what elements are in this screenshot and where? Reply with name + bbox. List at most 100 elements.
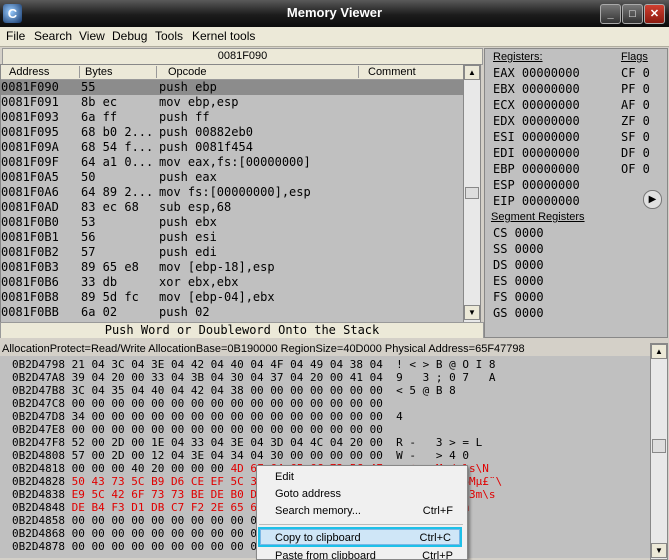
bytes-cell: 64 89 2...	[81, 185, 154, 199]
hex-row[interactable]: 0B2D4808 57 00 2D 00 12 04 3E 04 34 04 3…	[12, 449, 469, 462]
menu-item-paste-from-clipboard[interactable]: Paste from clipboard Ctrl+P	[275, 548, 461, 559]
hex-bytes: 00 00 00 00 00 00 00 00 00 00 00 00 00 0…	[71, 397, 383, 410]
menu-debug[interactable]: Debug	[112, 29, 147, 43]
address-cell: 0081F0A5	[1, 170, 59, 184]
disasm-row[interactable]: 0081F091 8b ec mov ebp,esp	[1, 95, 464, 110]
register-value[interactable]: ECX 00000000	[493, 98, 580, 113]
menu-item-search-memory[interactable]: Search memory... Ctrl+F	[275, 503, 461, 519]
opcode-cell: push eax	[159, 170, 217, 184]
pane-splitter[interactable]	[0, 338, 669, 342]
register-value[interactable]: EIP 00000000	[493, 194, 580, 209]
chevron-right-icon[interactable]: ▶	[643, 190, 662, 209]
segment-register-value[interactable]: ES 0000	[493, 274, 544, 289]
disasm-row[interactable]: 0081F0A5 50 push eax	[1, 170, 464, 185]
hex-address: 0B2D4848	[12, 501, 65, 514]
menu-item-copy-to-clipboard[interactable]: Copy to clipboard Ctrl+C	[258, 527, 462, 547]
menu-item-goto-address[interactable]: Goto address	[275, 486, 461, 502]
bytes-cell: 53	[81, 215, 96, 229]
disasm-row[interactable]: 0081F0BB 6a 02 push 02	[1, 305, 464, 320]
segment-register-value[interactable]: FS 0000	[493, 290, 544, 305]
close-icon[interactable]: ✕	[644, 4, 665, 24]
hex-ascii: W - > 4 0	[396, 449, 469, 462]
register-value[interactable]: EAX 00000000	[493, 66, 580, 81]
menu-file[interactable]: File	[6, 29, 25, 43]
menu-kernel-tools[interactable]: Kernel tools	[192, 29, 255, 43]
scroll-thumb[interactable]	[465, 187, 479, 199]
disasm-row[interactable]: 0081F0A6 64 89 2... mov fs:[00000000],esp	[1, 185, 464, 200]
bytes-cell: 8b ec	[81, 95, 118, 109]
register-value[interactable]: EDI 00000000	[493, 146, 580, 161]
segment-register-value[interactable]: GS 0000	[493, 306, 544, 321]
bytes-cell: 57	[81, 245, 96, 259]
opcode-cell: mov ebp,esp	[159, 95, 239, 109]
register-value[interactable]: EDX 00000000	[493, 114, 580, 129]
opcode-cell: push 02	[159, 305, 210, 319]
scroll-up-icon[interactable]: ▲	[651, 344, 667, 359]
flag-value[interactable]: SF 0	[621, 130, 650, 145]
register-value[interactable]: EBX 00000000	[493, 82, 580, 97]
column-bytes[interactable]: Bytes	[85, 66, 113, 78]
hex-address: 0B2D47E8	[12, 423, 65, 436]
flag-value[interactable]: DF 0	[621, 146, 650, 161]
opcode-cell: push ebx	[159, 215, 217, 229]
scroll-up-icon[interactable]: ▲	[464, 65, 480, 80]
menu-item-edit[interactable]: Edit	[275, 469, 461, 485]
column-address[interactable]: Address	[9, 66, 49, 78]
menu-view[interactable]: View	[79, 29, 105, 43]
disasm-row[interactable]: 0081F095 68 b0 2... push 00882eb0	[1, 125, 464, 140]
disassembler-scrollbar[interactable]: ▲ ▼	[463, 64, 481, 323]
segment-register-value[interactable]: DS 0000	[493, 258, 544, 273]
disasm-row[interactable]: 0081F093 6a ff push ff	[1, 110, 464, 125]
hex-row[interactable]: 0B2D47E8 00 00 00 00 00 00 00 00 00 00 0…	[12, 423, 396, 436]
hex-row[interactable]: 0B2D47A8 39 04 20 00 33 04 3B 04 30 04 3…	[12, 371, 495, 384]
disasm-row[interactable]: 0081F090 55 push ebp	[1, 80, 464, 95]
minimize-icon[interactable]: _	[600, 4, 621, 24]
hex-row[interactable]: 0B2D47F8 52 00 2D 00 1E 04 33 04 3E 04 3…	[12, 436, 482, 449]
segment-register-value[interactable]: SS 0000	[493, 242, 544, 257]
menu-tools[interactable]: Tools	[155, 29, 183, 43]
column-opcode[interactable]: Opcode	[168, 66, 207, 78]
disasm-row[interactable]: 0081F09A 68 54 f... push 0081f454	[1, 140, 464, 155]
hex-row[interactable]: 0B2D47C8 00 00 00 00 00 00 00 00 00 00 0…	[12, 397, 396, 410]
disasm-row[interactable]: 0081F09F 64 a1 0... mov eax,fs:[00000000]	[1, 155, 464, 170]
disasm-row[interactable]: 0081F0B1 56 push esi	[1, 230, 464, 245]
disasm-row[interactable]: 0081F0AD 83 ec 68 sub esp,68	[1, 200, 464, 215]
hex-row[interactable]: 0B2D4798 21 04 3C 04 3E 04 42 04 40 04 4…	[12, 358, 495, 371]
segment-register-value[interactable]: CS 0000	[493, 226, 544, 241]
flag-value[interactable]: AF 0	[621, 98, 650, 113]
scroll-thumb[interactable]	[652, 439, 666, 453]
menu-search[interactable]: Search	[34, 29, 72, 43]
disasm-row[interactable]: 0081F0B8 89 5d fc mov [ebp-04],ebx	[1, 290, 464, 305]
hex-row[interactable]: 0B2D47B8 3C 04 35 04 40 04 42 04 38 00 0…	[12, 384, 456, 397]
address-cell: 0081F0B0	[1, 215, 59, 229]
flag-value[interactable]: PF 0	[621, 82, 650, 97]
register-value[interactable]: ESI 00000000	[493, 130, 580, 145]
flag-value[interactable]: ZF 0	[621, 114, 650, 129]
hex-scrollbar[interactable]: ▲ ▼	[650, 343, 668, 560]
hex-address: 0B2D4878	[12, 540, 65, 553]
disasm-row[interactable]: 0081F0B0 53 push ebx	[1, 215, 464, 230]
disasm-row[interactable]: 0081F0B6 33 db xor ebx,ebx	[1, 275, 464, 290]
scroll-down-icon[interactable]: ▼	[651, 543, 667, 558]
disassembler-view[interactable]: Address Bytes Opcode Comment 0081F090 55 p…	[0, 64, 465, 323]
flag-value[interactable]: CF 0	[621, 66, 650, 81]
flags-label: Flags	[621, 51, 648, 63]
address-cell: 0081F09F	[1, 155, 59, 169]
hex-address: 0B2D4828	[12, 475, 65, 488]
hex-row[interactable]: 0B2D47D8 34 00 00 00 00 00 00 00 00 00 0…	[12, 410, 403, 423]
opcode-cell: push 00882eb0	[159, 125, 253, 139]
register-value[interactable]: EBP 00000000	[493, 162, 580, 177]
disasm-row[interactable]: 0081F0B2 57 push edi	[1, 245, 464, 260]
hex-address: 0B2D4868	[12, 527, 65, 540]
hex-address: 0B2D4838	[12, 488, 65, 501]
column-comment[interactable]: Comment	[368, 66, 416, 78]
disasm-row[interactable]: 0081F0B3 89 65 e8 mov [ebp-18],esp	[1, 260, 464, 275]
opcode-cell: push edi	[159, 245, 217, 259]
bytes-cell: 33 db	[81, 275, 118, 289]
flag-value[interactable]: OF 0	[621, 162, 650, 177]
register-value[interactable]: ESP 00000000	[493, 178, 580, 193]
hex-bytes: 00 00 00 40 20 00 00 00	[71, 462, 224, 475]
scroll-down-icon[interactable]: ▼	[464, 305, 480, 320]
address-cell: 0081F090	[1, 80, 59, 94]
maximize-icon[interactable]: □	[622, 4, 643, 24]
